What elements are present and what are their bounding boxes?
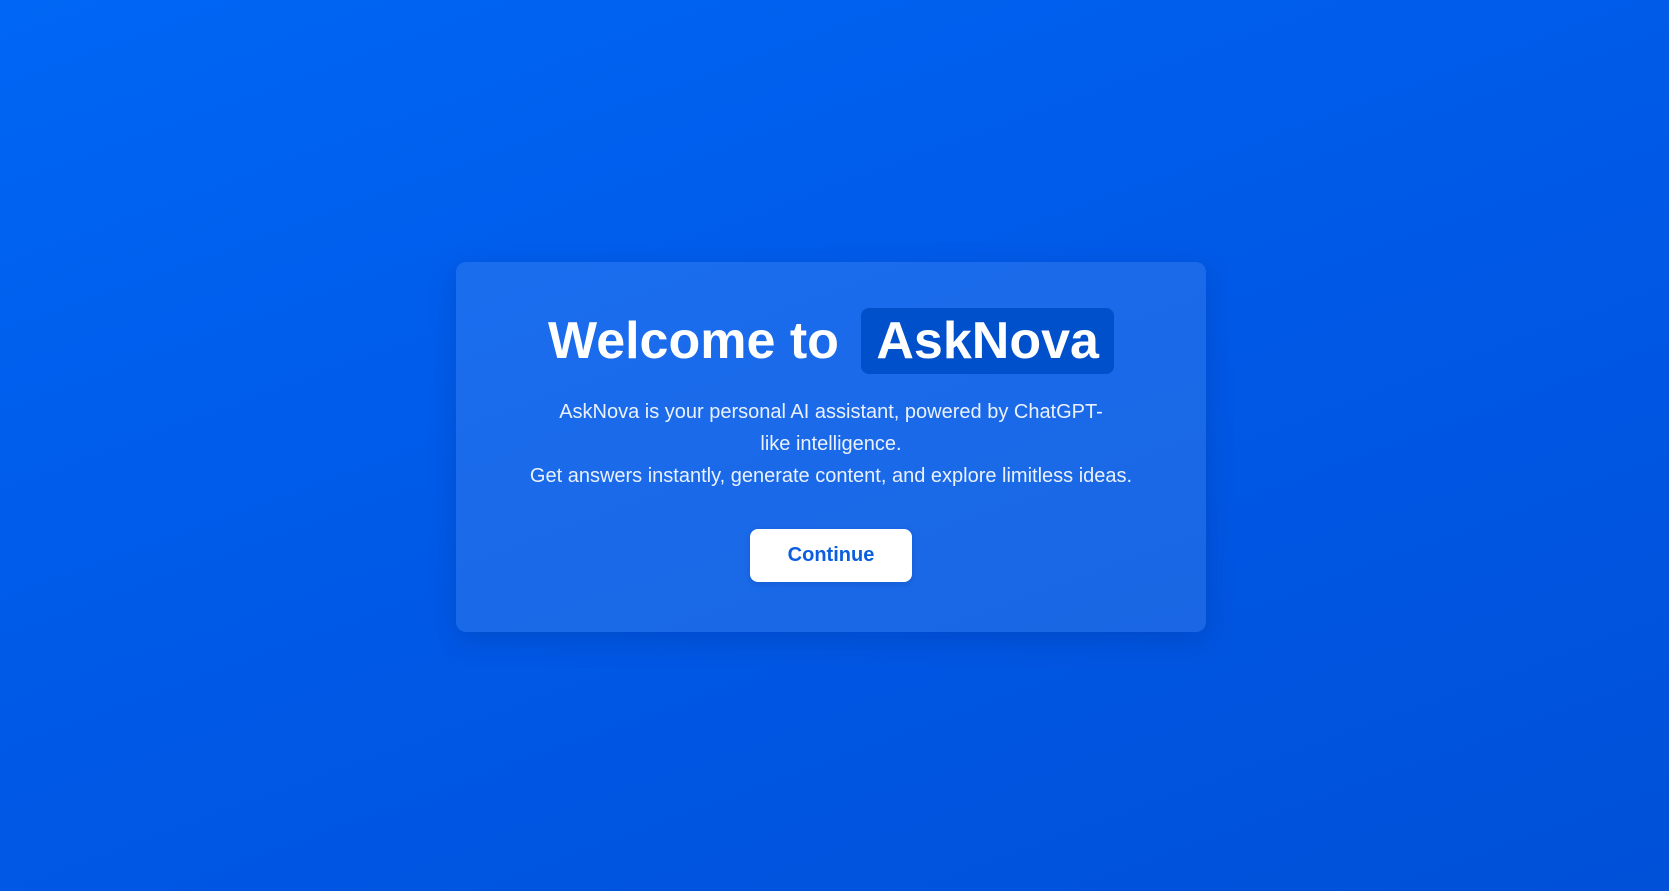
welcome-card: Welcome to AskNova AskNova is your perso… [456, 262, 1206, 632]
continue-button[interactable]: Continue [750, 529, 912, 582]
brand-badge: AskNova [861, 308, 1114, 374]
description-line-2: Get answers instantly, generate content,… [529, 465, 1133, 487]
welcome-title: Welcome to AskNova [456, 308, 1206, 374]
welcome-description: AskNova is your personal AI assistant, p… [496, 396, 1166, 492]
title-prefix: Welcome to [548, 312, 839, 370]
description-line-1: AskNova is your personal AI assistant, p… [559, 401, 1103, 455]
